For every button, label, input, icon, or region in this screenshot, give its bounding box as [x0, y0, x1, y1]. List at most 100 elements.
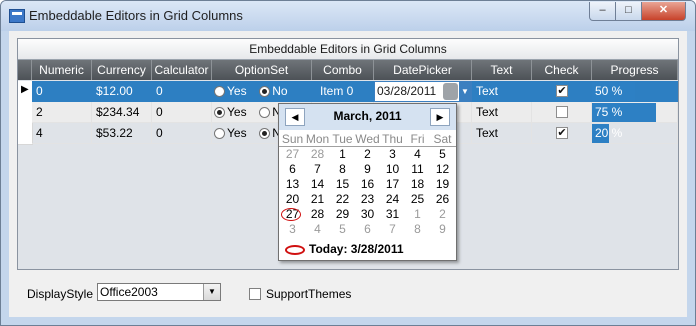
- today-button[interactable]: Today: 3/28/2011: [309, 242, 404, 256]
- row-checkbox[interactable]: ✔: [556, 85, 568, 97]
- column-header-datepicker[interactable]: DatePicker: [374, 60, 472, 80]
- table-row[interactable]: ▶ 0 $12.00 0 Yes No Item 0 03/28/2011 ▼ …: [18, 81, 678, 103]
- calendar-day[interactable]: 18: [405, 176, 430, 192]
- date-dropdown-button[interactable]: ▼: [459, 82, 471, 101]
- calendar-day[interactable]: 7: [380, 221, 405, 237]
- calendar-footer[interactable]: Today: 3/28/2011: [279, 240, 456, 258]
- calendar-day[interactable]: 11: [405, 161, 430, 177]
- support-themes-label[interactable]: SupportThemes: [266, 287, 351, 301]
- currency-cell[interactable]: $53.22: [92, 123, 152, 144]
- column-header-calculator[interactable]: Calculator: [152, 60, 212, 80]
- calendar-day[interactable]: 30: [355, 206, 380, 222]
- calendar-day[interactable]: 13: [280, 176, 305, 192]
- option-no-radio[interactable]: [259, 86, 271, 97]
- text-cell[interactable]: Text: [472, 81, 532, 102]
- numeric-cell[interactable]: 4: [32, 123, 92, 144]
- row-header[interactable]: [18, 102, 33, 124]
- row-checkbox[interactable]: ✔: [556, 127, 568, 139]
- calculator-cell[interactable]: 0: [152, 81, 212, 102]
- option-no-radio[interactable]: [259, 128, 271, 139]
- calendar-day[interactable]: 5: [430, 146, 455, 162]
- calendar-day[interactable]: 3: [280, 221, 305, 237]
- calendar-day[interactable]: 9: [355, 161, 380, 177]
- calendar-day[interactable]: 29: [330, 206, 355, 222]
- option-yes-label: Yes: [227, 126, 247, 140]
- calendar-day[interactable]: 8: [330, 161, 355, 177]
- calendar-day[interactable]: 27: [280, 146, 305, 162]
- calendar-day[interactable]: 5: [330, 221, 355, 237]
- chevron-down-icon[interactable]: ▼: [203, 284, 220, 300]
- calendar-day[interactable]: 22: [330, 191, 355, 207]
- calendar-day[interactable]: 7: [305, 161, 330, 177]
- date-value[interactable]: 03/28/2011: [377, 84, 436, 98]
- calendar-day[interactable]: 19: [430, 176, 455, 192]
- calendar-day[interactable]: 4: [405, 146, 430, 162]
- calendar-day[interactable]: 2: [355, 146, 380, 162]
- calendar-day[interactable]: 25: [405, 191, 430, 207]
- currency-cell[interactable]: $12.00: [92, 81, 152, 102]
- calendar-day[interactable]: 17: [380, 176, 405, 192]
- date-picker-editor[interactable]: 03/28/2011 ▼: [374, 81, 472, 102]
- calendar-day[interactable]: 24: [380, 191, 405, 207]
- calendar-day[interactable]: 28: [305, 206, 330, 222]
- check-cell[interactable]: ✔: [532, 123, 592, 144]
- calendar-day[interactable]: 1: [405, 206, 430, 222]
- close-button[interactable]: ✕: [641, 2, 686, 21]
- text-cell[interactable]: Text: [472, 102, 532, 123]
- calculator-cell[interactable]: 0: [152, 123, 212, 144]
- minimize-button[interactable]: ‒: [589, 2, 616, 21]
- column-header-check[interactable]: Check: [532, 60, 592, 80]
- option-yes-radio[interactable]: [214, 86, 225, 97]
- calendar-day[interactable]: 12: [430, 161, 455, 177]
- row-header[interactable]: ▶: [18, 81, 33, 103]
- currency-cell[interactable]: $234.34: [92, 102, 152, 123]
- display-style-select[interactable]: Office2003 ▼: [97, 283, 221, 301]
- check-cell[interactable]: [532, 102, 592, 123]
- calendar-day[interactable]: 26: [430, 191, 455, 207]
- date-spin-buttons[interactable]: [443, 83, 458, 100]
- column-header-numeric[interactable]: Numeric: [32, 60, 92, 80]
- prev-month-button[interactable]: ◀: [285, 108, 305, 126]
- option-yes-radio[interactable]: [214, 128, 225, 139]
- title-bar[interactable]: Embeddable Editors in Grid Columns ‒ □ ✕: [1, 1, 695, 31]
- calendar-day[interactable]: 6: [355, 221, 380, 237]
- column-header-progress[interactable]: Progress: [592, 60, 678, 80]
- calendar-day[interactable]: 14: [305, 176, 330, 192]
- calendar-day[interactable]: 21: [305, 191, 330, 207]
- calendar-day[interactable]: 15: [330, 176, 355, 192]
- calendar-day[interactable]: 28: [305, 146, 330, 162]
- weekday-label: Fri: [410, 132, 425, 146]
- calendar-day[interactable]: 20: [280, 191, 305, 207]
- numeric-cell[interactable]: 2: [32, 102, 92, 123]
- column-header-text[interactable]: Text: [472, 60, 532, 80]
- calendar-day[interactable]: 2: [430, 206, 455, 222]
- calendar-dropdown[interactable]: March, 2011 ◀ ▶ Sun Mon Tue Wed Thu Fri …: [278, 103, 457, 261]
- calendar-day[interactable]: 16: [355, 176, 380, 192]
- check-cell[interactable]: ✔: [532, 81, 592, 102]
- option-yes-radio[interactable]: [214, 107, 225, 118]
- column-header-optionset[interactable]: OptionSet: [212, 60, 312, 80]
- row-header[interactable]: [18, 123, 33, 145]
- calendar-day[interactable]: 8: [405, 221, 430, 237]
- next-month-button[interactable]: ▶: [430, 108, 450, 126]
- column-header-currency[interactable]: Currency: [92, 60, 152, 80]
- calendar-day[interactable]: 31: [380, 206, 405, 222]
- calendar-day[interactable]: 1: [330, 146, 355, 162]
- text-cell[interactable]: Text: [472, 123, 532, 144]
- row-checkbox[interactable]: [556, 106, 568, 118]
- calendar-day[interactable]: 3: [380, 146, 405, 162]
- display-style-label: DisplayStyle: [27, 287, 94, 301]
- calendar-day[interactable]: 10: [380, 161, 405, 177]
- support-themes-checkbox[interactable]: [249, 288, 261, 300]
- calendar-day[interactable]: 9: [430, 221, 455, 237]
- option-no-radio[interactable]: [259, 107, 271, 118]
- calculator-cell[interactable]: 0: [152, 102, 212, 123]
- numeric-cell[interactable]: 0: [32, 81, 92, 102]
- column-header-combo[interactable]: Combo: [312, 60, 374, 80]
- calendar-day[interactable]: 23: [355, 191, 380, 207]
- calendar-day[interactable]: 6: [280, 161, 305, 177]
- optionset-cell[interactable]: Yes No: [212, 81, 312, 102]
- maximize-button[interactable]: □: [615, 2, 642, 21]
- combo-cell[interactable]: Item 0: [312, 81, 374, 102]
- calendar-day[interactable]: 4: [305, 221, 330, 237]
